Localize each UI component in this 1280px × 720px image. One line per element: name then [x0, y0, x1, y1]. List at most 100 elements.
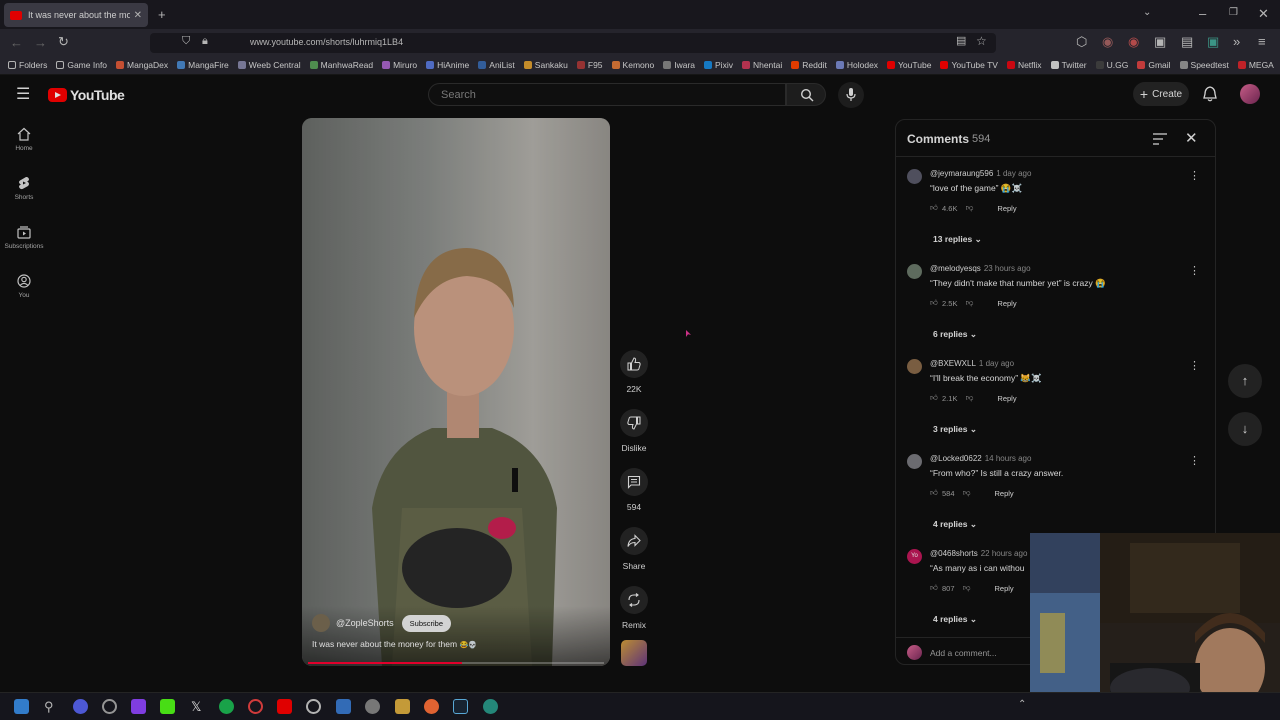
- comment-dislike-icon[interactable]: 👎︎: [966, 203, 974, 213]
- back-icon[interactable]: ←: [10, 36, 23, 49]
- reply-button[interactable]: Reply: [995, 489, 1014, 498]
- browser-tab[interactable]: It was never about the mon ✕: [4, 3, 148, 27]
- extension-icon[interactable]: ◉: [1102, 35, 1113, 48]
- extension-icon[interactable]: ▤: [1181, 35, 1193, 48]
- comment-more-icon[interactable]: ⋮: [1189, 169, 1200, 182]
- youtube-logo[interactable]: YouTube: [48, 87, 125, 103]
- commenter-avatar[interactable]: [907, 169, 922, 184]
- channel-avatar[interactable]: [312, 614, 330, 632]
- commenter-avatar[interactable]: [907, 454, 922, 469]
- bookmark-item[interactable]: Gmail: [1137, 60, 1171, 70]
- video-progress-bar[interactable]: [308, 662, 604, 664]
- bookmark-item[interactable]: F95: [576, 60, 603, 70]
- reply-button[interactable]: Reply: [995, 584, 1014, 593]
- app-icon[interactable]: [483, 699, 498, 714]
- lock-icon[interactable]: 🔒︎: [202, 36, 208, 47]
- bookmark-item[interactable]: Weeb Central: [237, 60, 301, 70]
- windows-start-icon[interactable]: [14, 699, 29, 714]
- bookmark-item[interactable]: HiAnime: [426, 60, 469, 70]
- comment-author[interactable]: @melodyesqs: [930, 264, 981, 273]
- channel-name[interactable]: @ZopleShorts: [336, 618, 394, 628]
- url-text[interactable]: www.youtube.com/shorts/luhrmiq1LB4: [250, 37, 403, 47]
- tray-chevron-up-icon[interactable]: ⌃: [1018, 700, 1026, 710]
- kick-icon[interactable]: [160, 699, 175, 714]
- short-video-player[interactable]: @ZopleShorts Subscribe It was never abou…: [302, 118, 610, 666]
- app-icon[interactable]: [336, 699, 351, 714]
- spotify-icon[interactable]: [219, 699, 234, 714]
- extension-icon[interactable]: ◉: [1128, 35, 1139, 48]
- reload-icon[interactable]: ↻: [58, 35, 69, 48]
- new-tab-icon[interactable]: +: [158, 8, 166, 21]
- extension-icon[interactable]: ▣: [1154, 35, 1166, 48]
- reader-view-icon[interactable]: ▤: [956, 36, 966, 47]
- close-tab-icon[interactable]: ✕: [134, 10, 142, 21]
- tab-list-icon[interactable]: ⌄: [1143, 8, 1151, 18]
- bookmark-item[interactable]: Folders: [8, 60, 47, 70]
- bookmark-item[interactable]: MangaFire: [177, 60, 229, 70]
- add-comment-input[interactable]: Add a comment...: [930, 648, 997, 658]
- close-window-icon[interactable]: ✕: [1258, 7, 1269, 20]
- more-tools-icon[interactable]: »: [1233, 35, 1240, 48]
- youtube-icon[interactable]: [277, 699, 292, 714]
- comments-button[interactable]: 594: [619, 468, 649, 512]
- view-replies-button[interactable]: 6 replies ⌄: [933, 329, 977, 340]
- bookmark-item[interactable]: Pixiv: [704, 60, 733, 70]
- comment-author[interactable]: @jeymaraung596: [930, 169, 993, 178]
- video-title[interactable]: It was never about the money for them 😂💀: [312, 639, 477, 649]
- sidebar-item-home[interactable]: Home: [0, 127, 48, 152]
- bookmark-item[interactable]: ManhwaRead: [309, 60, 373, 70]
- comment-like-icon[interactable]: 👍︎: [930, 298, 938, 308]
- obs-icon[interactable]: [248, 699, 263, 714]
- bookmark-item[interactable]: Holodex: [835, 60, 878, 70]
- reply-button[interactable]: Reply: [997, 394, 1016, 403]
- app-icon[interactable]: [365, 699, 380, 714]
- sort-icon[interactable]: [1153, 133, 1167, 145]
- share-button[interactable]: Share: [619, 527, 649, 571]
- comment-like-icon[interactable]: 👍︎: [930, 203, 938, 213]
- comment-more-icon[interactable]: ⋮: [1189, 359, 1200, 372]
- bookmark-item[interactable]: Iwara: [663, 60, 695, 70]
- twitch-icon[interactable]: [131, 699, 146, 714]
- avatar[interactable]: [1240, 84, 1260, 104]
- search-button[interactable]: [786, 83, 826, 106]
- bookmark-item[interactable]: Twitter: [1050, 60, 1087, 70]
- comment-author[interactable]: @Locked0622: [930, 454, 982, 463]
- app-icon[interactable]: [102, 699, 117, 714]
- comment-like-icon[interactable]: 👍︎: [930, 488, 938, 498]
- dislike-button[interactable]: Dislike: [619, 409, 649, 453]
- view-replies-button[interactable]: 3 replies ⌄: [933, 424, 977, 435]
- bookmark-item[interactable]: YouTube: [887, 60, 931, 70]
- discord-icon[interactable]: [73, 699, 88, 714]
- view-replies-button[interactable]: 13 replies ⌄: [933, 234, 982, 245]
- sidebar-item-you[interactable]: You: [0, 274, 48, 299]
- notifications-bell-icon[interactable]: [1203, 86, 1217, 102]
- comment-author[interactable]: @0468shorts: [930, 549, 978, 558]
- previous-short-button[interactable]: ↑: [1228, 364, 1262, 398]
- sound-avatar[interactable]: [621, 640, 647, 666]
- remix-button[interactable]: Remix: [619, 586, 649, 630]
- bookmark-item[interactable]: Speedtest: [1179, 60, 1229, 70]
- voice-search-button[interactable]: [838, 82, 864, 108]
- forward-icon[interactable]: →: [34, 36, 47, 49]
- comment-dislike-icon[interactable]: 👎︎: [963, 583, 971, 593]
- next-short-button[interactable]: ↓: [1228, 412, 1262, 446]
- maximize-icon[interactable]: ❐: [1229, 8, 1238, 18]
- bookmark-item[interactable]: Kemono: [611, 60, 654, 70]
- bookmark-item[interactable]: Sankaku: [523, 60, 568, 70]
- bookmark-item[interactable]: YouTube TV: [940, 60, 998, 70]
- view-replies-button[interactable]: 4 replies ⌄: [933, 519, 977, 530]
- bookmark-item[interactable]: MangaDex: [116, 60, 168, 70]
- bookmark-item[interactable]: Reddit: [791, 60, 827, 70]
- create-button[interactable]: + Create: [1133, 82, 1189, 106]
- comment-dislike-icon[interactable]: 👎︎: [963, 488, 971, 498]
- commenter-avatar[interactable]: Yo: [907, 549, 922, 564]
- search-input[interactable]: Search: [428, 83, 786, 106]
- commenter-avatar[interactable]: [907, 359, 922, 374]
- view-replies-button[interactable]: 4 replies ⌄: [933, 614, 977, 625]
- like-button[interactable]: 22K: [619, 350, 649, 394]
- comment-author[interactable]: @BXEWXLL: [930, 359, 976, 368]
- bookmark-item[interactable]: Netflix: [1006, 60, 1042, 70]
- comment-more-icon[interactable]: ⋮: [1189, 454, 1200, 467]
- bookmark-item[interactable]: U.GG: [1095, 60, 1128, 70]
- reply-button[interactable]: Reply: [997, 204, 1016, 213]
